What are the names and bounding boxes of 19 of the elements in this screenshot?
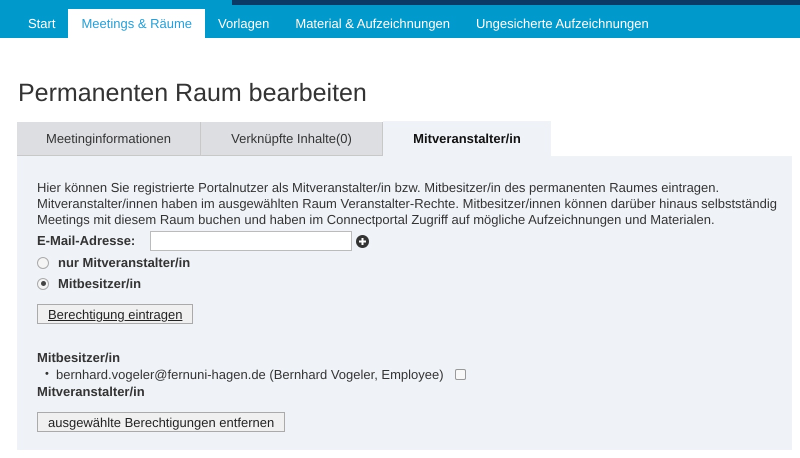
plus-circle-icon[interactable]: [356, 234, 369, 248]
page-heading: Permanenten Raum bearbeiten: [18, 78, 367, 108]
intro-paragraph: Hier können Sie registrierte Portalnutzer als Mitveranstalter/in bzw. Mitbesitzer/in des permanenten Raumes eintragen. Mitveranstalter/innen haben im ausgewählten Raum Veranstalter-Rechte. Mitbesitzer/innen können darüber hinaus selbstständig Meetings mit diesem Raum buchen und haben im Connectportal Zugriff auf mögliche Aufzeichnungen und Materialen.: [37, 180, 777, 228]
email-input[interactable]: [150, 231, 352, 251]
radio-label: Mitbesitzer/in: [58, 274, 142, 293]
bullet: •: [45, 367, 50, 382]
tab[interactable]: Meetinginformationen: [17, 122, 201, 156]
add-permission-button[interactable]: Berechtigung eintragen: [37, 304, 194, 324]
tab[interactable]: Verknüpfte Inhalte(0): [201, 122, 383, 156]
group-heading: Mitveranstalter/in: [37, 384, 145, 400]
checkbox[interactable]: [454, 369, 466, 380]
radio-label: nur Mitveranstalter/in: [58, 254, 190, 272]
radio-button[interactable]: [37, 256, 49, 268]
remove-permissions-button[interactable]: ausgewählte Berechtigungen entfernen: [37, 412, 286, 432]
radio-button[interactable]: [37, 278, 49, 290]
member-entry: bernhard.vogeler@fernuni-hagen.de (Bernhard Vogeler, Employee): [56, 366, 444, 384]
field-label: E-Mail-Adresse:: [37, 232, 136, 250]
tab[interactable]: Mitveranstalter/in: [383, 121, 551, 156]
group-heading: Mitbesitzer/in: [37, 350, 120, 366]
